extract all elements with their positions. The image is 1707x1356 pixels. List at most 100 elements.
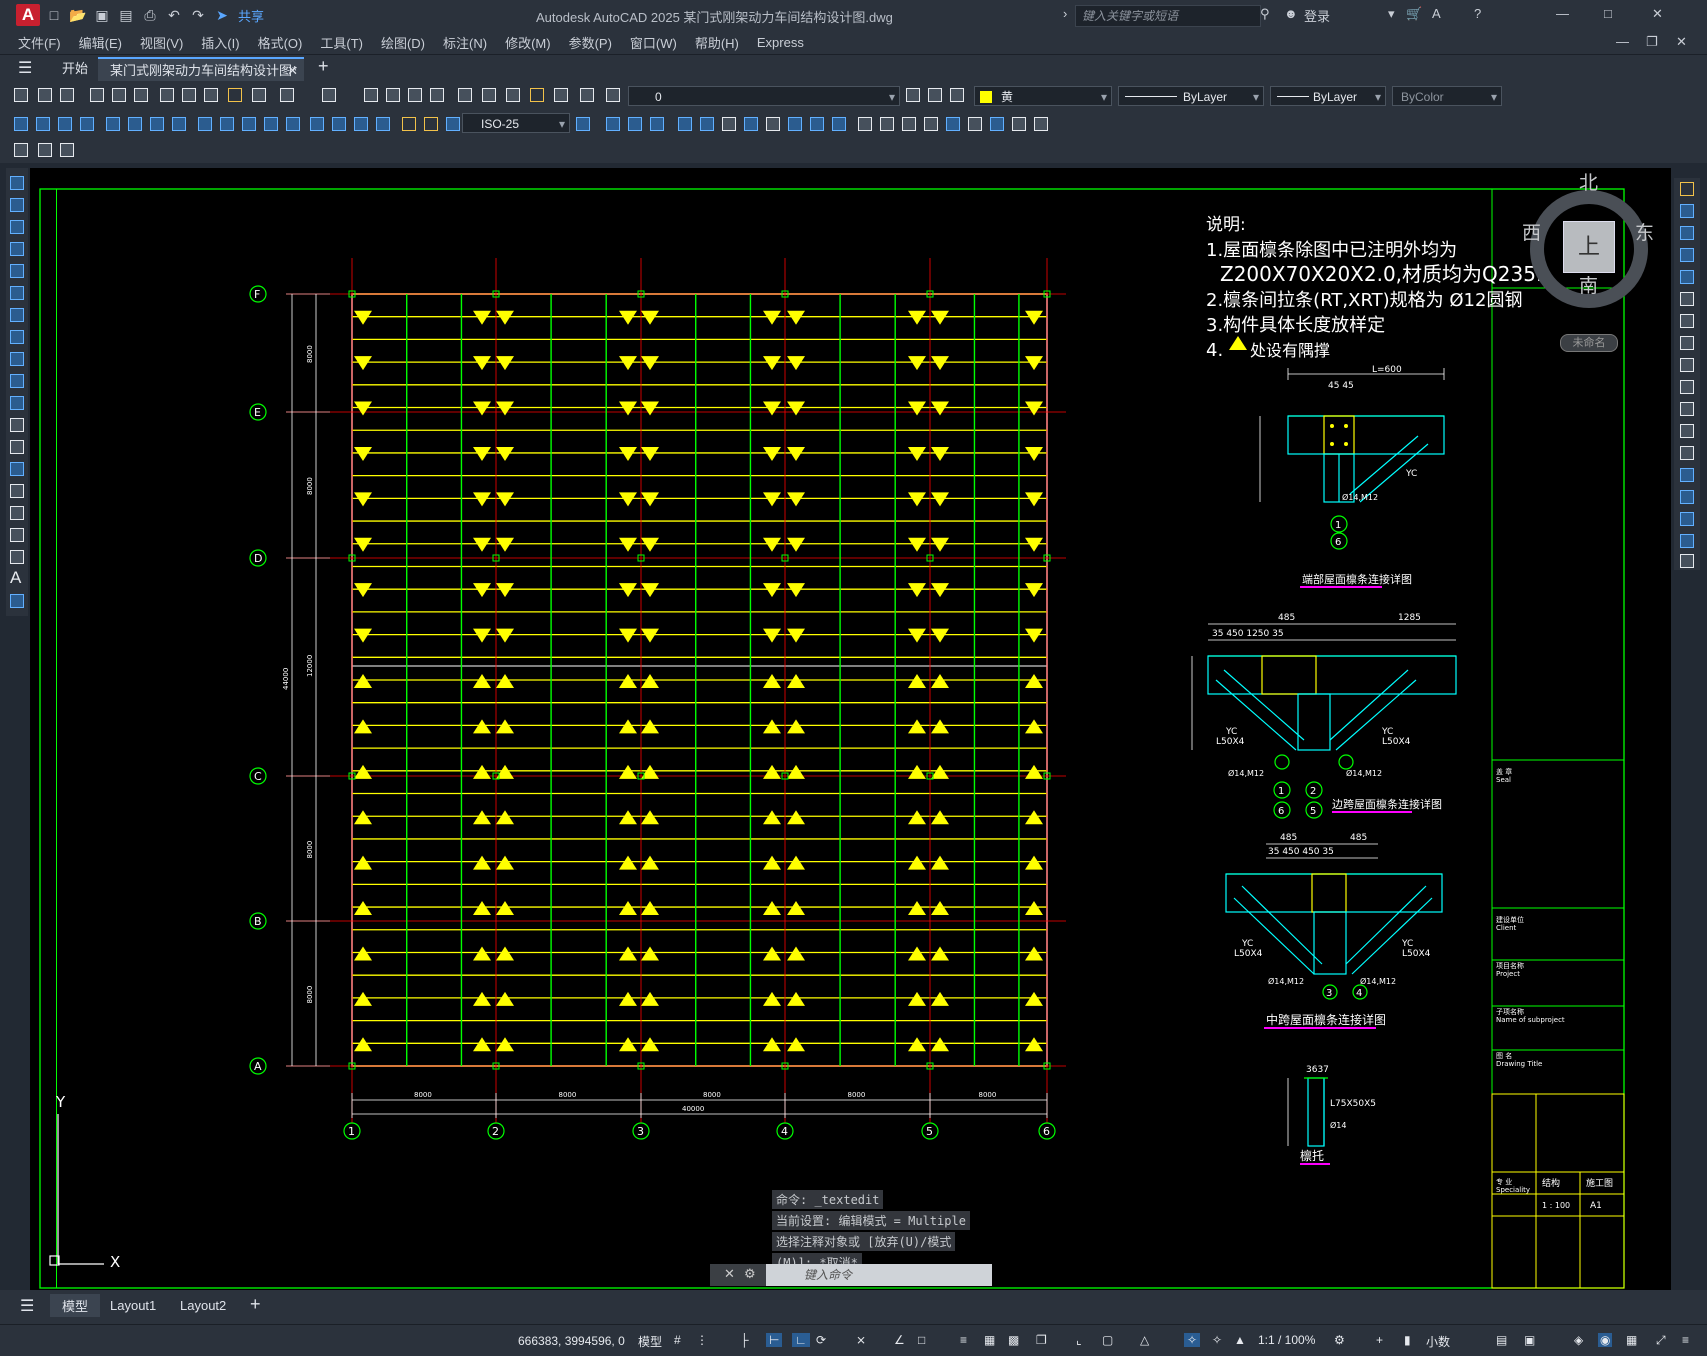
add-layout-icon[interactable]: +	[250, 1294, 261, 1315]
layer-dropdown[interactable]: 0	[628, 86, 900, 107]
dim-continue-icon[interactable]	[240, 115, 258, 133]
fly-icon[interactable]	[988, 115, 1006, 133]
dim-ordinate-icon[interactable]	[78, 115, 96, 133]
menu-express[interactable]: Express	[757, 35, 804, 50]
layout-tab-model[interactable]: 模型	[50, 1294, 101, 1317]
units-dropdown[interactable]: 小数	[1426, 1333, 1450, 1350]
dynamic-input-icon[interactable]: ⊢	[766, 1333, 783, 1347]
layout-menu-icon[interactable]: ☰	[20, 1296, 34, 1316]
fillet-icon[interactable]	[1678, 510, 1696, 528]
match-properties-icon[interactable]	[226, 86, 244, 104]
properties-icon[interactable]	[456, 86, 474, 104]
dim-edit-icon[interactable]	[400, 115, 418, 133]
save-icon[interactable]: ▣	[92, 6, 112, 24]
autoscale-icon[interactable]: ✧	[1212, 1333, 1222, 1347]
graphics-performance-icon[interactable]: ◉	[1598, 1333, 1613, 1347]
shade-icon[interactable]	[856, 115, 874, 133]
tool-palettes-icon[interactable]	[504, 86, 522, 104]
zoom-window-icon[interactable]	[406, 86, 424, 104]
open-file-icon[interactable]: 📂	[68, 6, 88, 24]
close-icon[interactable]: ✕	[1652, 6, 1663, 22]
open-icon[interactable]	[36, 86, 54, 104]
extend-icon[interactable]	[1678, 400, 1696, 418]
polar-icon[interactable]: ⟳	[816, 1333, 826, 1347]
paste-icon[interactable]	[202, 86, 220, 104]
dim-diameter-icon[interactable]	[148, 115, 166, 133]
sheet-set-icon[interactable]	[528, 86, 546, 104]
extrude-icon[interactable]	[676, 115, 694, 133]
hamburger-menu-icon[interactable]: ☰	[18, 58, 32, 78]
command-input[interactable]: 键入命令	[766, 1264, 992, 1286]
slice-icon[interactable]	[808, 115, 826, 133]
help-icon[interactable]: ?	[1474, 6, 1481, 21]
layer-state-icon[interactable]	[948, 86, 966, 104]
layout-tab-layout1[interactable]: Layout1	[110, 1298, 156, 1313]
chevron-right-icon[interactable]: ›	[1063, 6, 1067, 21]
menu-insert[interactable]: 插入(I)	[201, 33, 239, 52]
dim-update-icon[interactable]	[444, 115, 462, 133]
compass-east[interactable]: 东	[1635, 218, 1654, 245]
dimstyle-manager-icon[interactable]	[574, 115, 592, 133]
app-logo-icon[interactable]: A	[16, 4, 40, 26]
save-as-icon[interactable]: ▤	[116, 6, 136, 24]
undo-tool-icon[interactable]	[278, 86, 296, 104]
gradient-icon[interactable]	[8, 504, 26, 522]
object-snap-icon[interactable]: □	[918, 1333, 925, 1347]
region-icon[interactable]	[8, 526, 26, 544]
section-icon[interactable]	[830, 115, 848, 133]
visual-style-icon[interactable]	[1032, 115, 1050, 133]
stretch-icon[interactable]	[1678, 356, 1696, 374]
menu-edit[interactable]: 编辑(E)	[79, 33, 122, 52]
close-command-icon[interactable]: ✕	[724, 1266, 735, 1282]
new-file-icon[interactable]: □	[44, 6, 64, 24]
revolve-icon[interactable]	[698, 115, 716, 133]
mtext-icon[interactable]: A	[10, 568, 21, 588]
cylinder-icon[interactable]	[648, 115, 666, 133]
rectangle-icon[interactable]	[8, 262, 26, 280]
annotation-scale-icon[interactable]: ▲	[1234, 1333, 1246, 1347]
layer-properties-icon[interactable]	[604, 86, 622, 104]
dim-text-edit-icon[interactable]	[422, 115, 440, 133]
print-preview-icon[interactable]	[110, 86, 128, 104]
ellipse-icon[interactable]	[8, 372, 26, 390]
orbit-icon[interactable]	[944, 115, 962, 133]
dim-jogged-icon[interactable]	[126, 115, 144, 133]
design-center-icon[interactable]	[480, 86, 498, 104]
dim-linear-icon[interactable]	[12, 115, 30, 133]
qnew-icon[interactable]	[12, 86, 30, 104]
rotate-icon[interactable]	[1678, 312, 1696, 330]
compass-south[interactable]: 南	[1579, 271, 1598, 298]
dim-radius-icon[interactable]	[104, 115, 122, 133]
copy-object-icon[interactable]	[1678, 202, 1696, 220]
move-icon[interactable]	[1678, 290, 1696, 308]
drawing-canvas[interactable]: F E D C B A 1 2 3 4 5 6 8000 8000 8000 8000 8000 40000 800…	[30, 168, 1671, 1290]
wcs-menu[interactable]: 未命名	[1560, 334, 1618, 352]
break-icon[interactable]	[1678, 444, 1696, 462]
dim-angular-icon[interactable]	[170, 115, 188, 133]
menu-help[interactable]: 帮助(H)	[695, 33, 739, 52]
scale-icon[interactable]	[1678, 334, 1696, 352]
grid-icon[interactable]: #	[674, 1333, 681, 1347]
isodraft-icon[interactable]: ⨯	[856, 1333, 866, 1347]
dim-arc-icon[interactable]	[56, 115, 74, 133]
table-draw-icon[interactable]	[8, 548, 26, 566]
redo-tool-icon[interactable]	[320, 86, 338, 104]
spline-icon[interactable]	[8, 350, 26, 368]
autodesk-a-icon[interactable]: A	[1432, 6, 1441, 21]
cut-icon[interactable]	[158, 86, 176, 104]
lineweight-dropdown[interactable]: ByLayer	[1270, 86, 1386, 107]
union-icon[interactable]	[742, 115, 760, 133]
tab-drawing-file[interactable]: 某门式刚架动力车间结构设计图* ✕	[98, 57, 304, 81]
circle-icon[interactable]	[8, 306, 26, 324]
gizmo-icon[interactable]: △	[1140, 1333, 1149, 1347]
redo-icon[interactable]: ↷	[188, 6, 208, 24]
share-button[interactable]: 共享	[238, 6, 264, 25]
trim-icon[interactable]	[1678, 378, 1696, 396]
camera-icon[interactable]	[1010, 115, 1028, 133]
isolate-objects-icon[interactable]: ◈	[1574, 1333, 1583, 1347]
construction-line-icon[interactable]	[8, 196, 26, 214]
layer-walk-icon[interactable]	[58, 141, 76, 159]
clean-screen-icon[interactable]: ▦	[1626, 1333, 1637, 1347]
revision-cloud-icon[interactable]	[8, 328, 26, 346]
center-mark-icon[interactable]	[330, 115, 348, 133]
